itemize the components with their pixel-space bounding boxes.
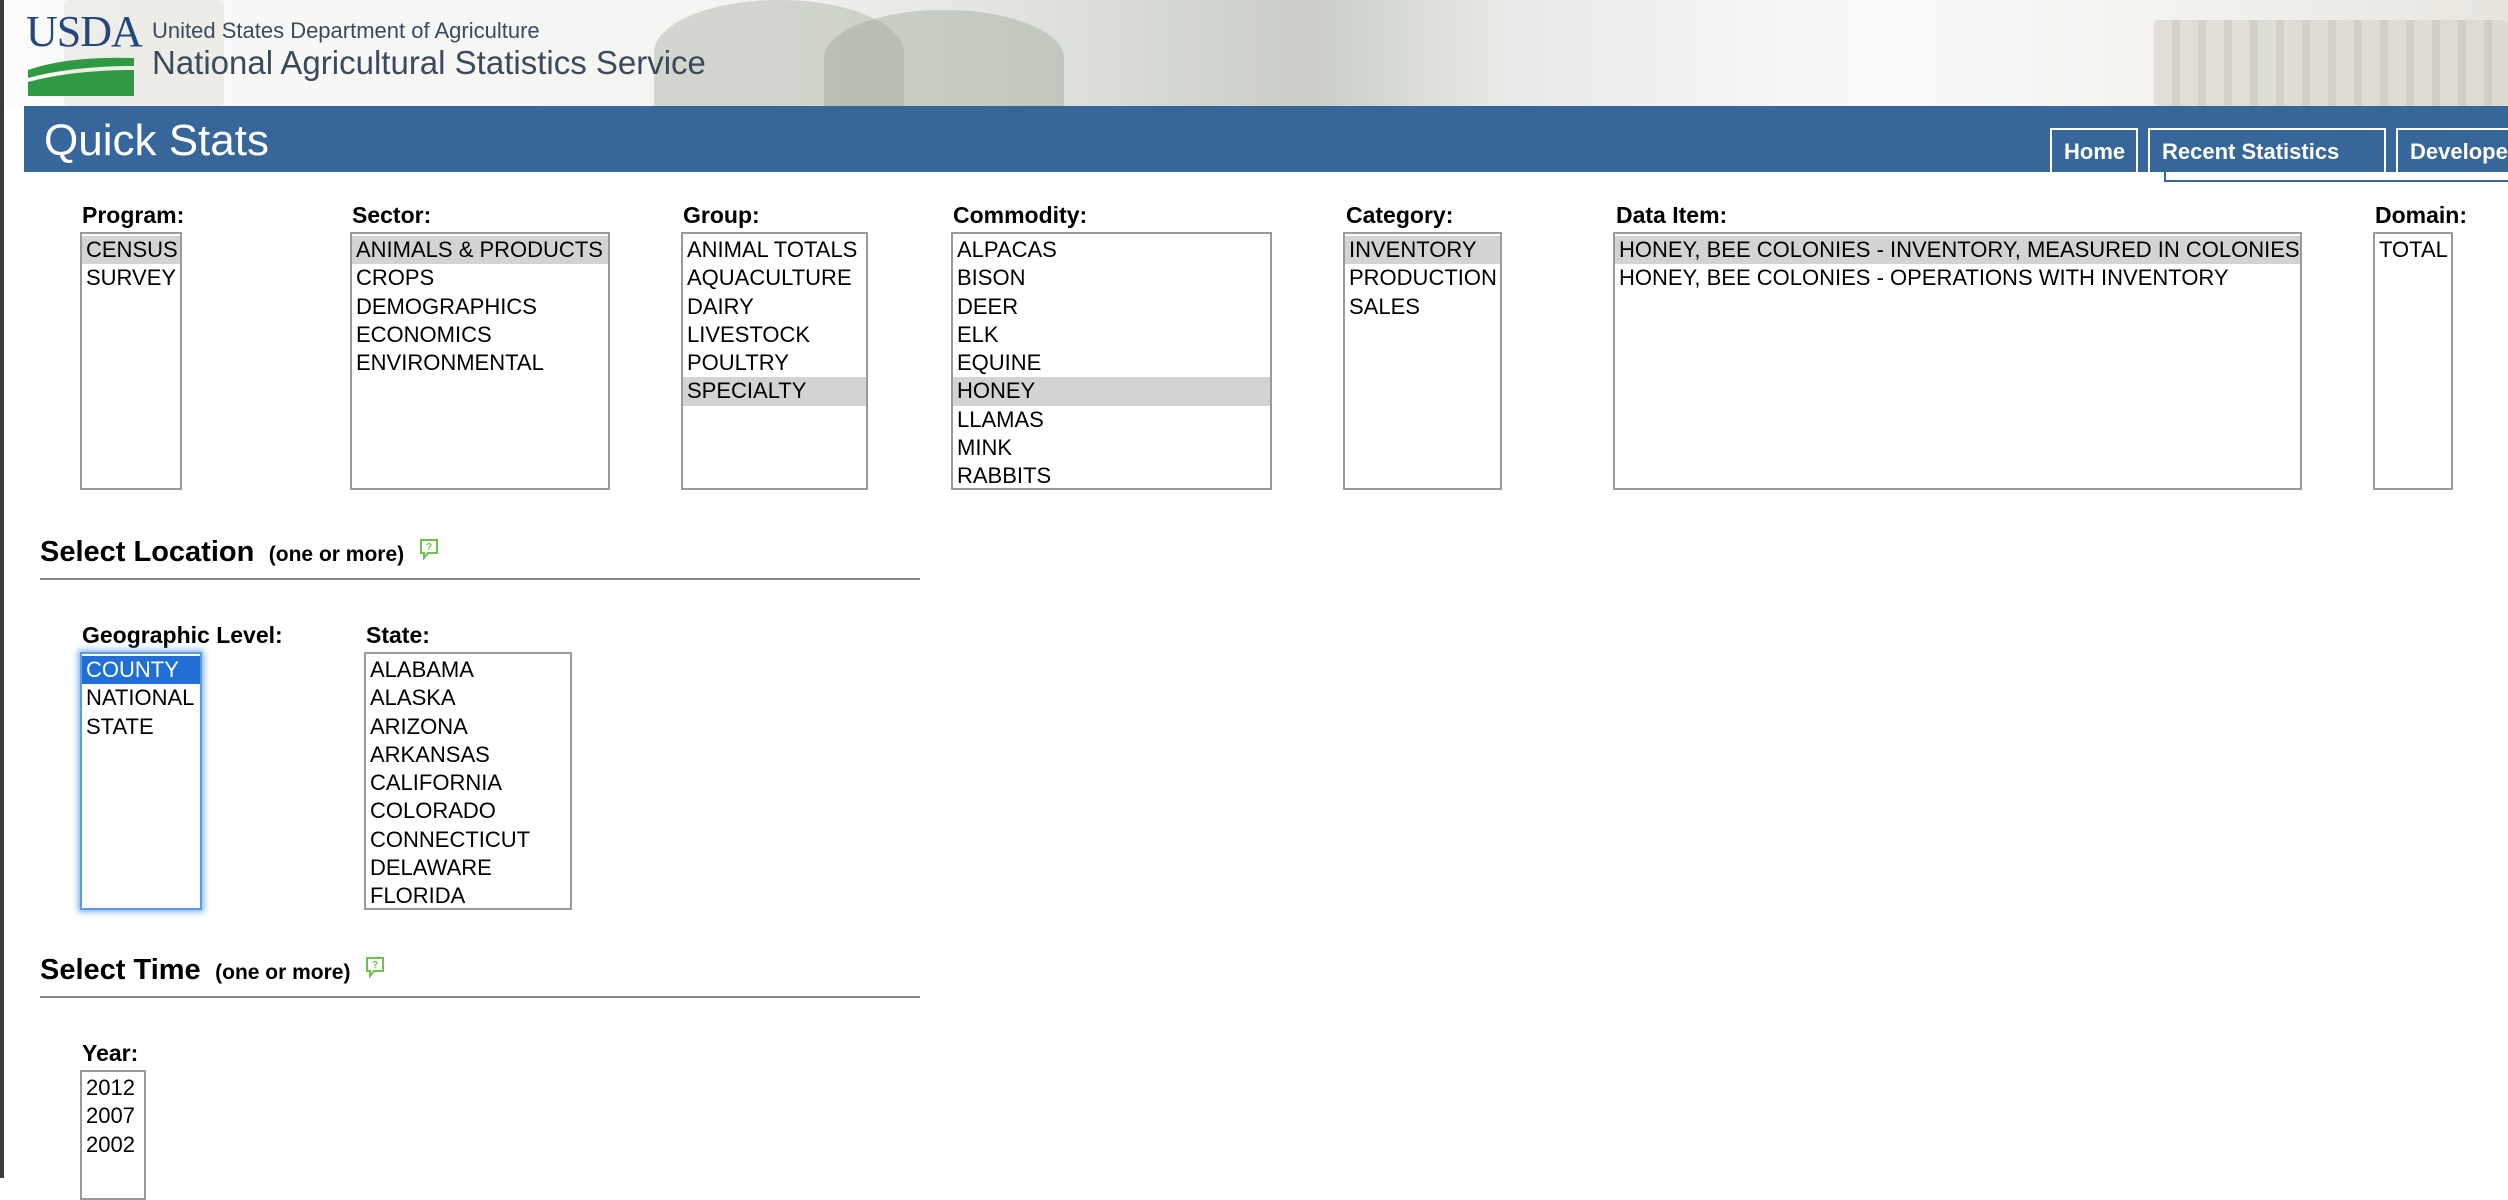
year-list[interactable]: 2012 2007 2002: [80, 1070, 146, 1200]
data-item-option[interactable]: HONEY, BEE COLONIES - INVENTORY, MEASURE…: [1615, 236, 2300, 265]
data-item-option[interactable]: HONEY, BEE COLONIES - OPERATIONS WITH IN…: [1615, 264, 2300, 292]
state-option[interactable]: DELAWARE: [366, 854, 570, 882]
sector-option[interactable]: ECONOMICS: [352, 321, 608, 349]
group-option[interactable]: AQUACULTURE: [683, 264, 866, 292]
select-location-note: (one or more): [268, 543, 405, 566]
state-option[interactable]: ALASKA: [366, 684, 570, 712]
year-label: Year:: [82, 1040, 139, 1066]
category-option[interactable]: SALES: [1345, 293, 1500, 321]
commodity-option[interactable]: DEER: [953, 293, 1270, 321]
commodity-option[interactable]: MINK: [953, 434, 1270, 462]
commodity-option[interactable]: HONEY: [953, 377, 1270, 406]
usda-logo-text: USDA: [26, 7, 143, 56]
category-label: Category:: [1346, 202, 1454, 228]
help-bubble-icon[interactable]: ?: [365, 956, 385, 978]
geographic-level-label: Geographic Level:: [82, 622, 283, 648]
group-option[interactable]: ANIMAL TOTALS: [683, 236, 866, 264]
group-option[interactable]: LIVESTOCK: [683, 321, 866, 349]
svg-text:?: ?: [372, 960, 378, 971]
domain-option[interactable]: TOTAL: [2375, 236, 2451, 264]
domain-list[interactable]: TOTAL: [2373, 232, 2453, 490]
state-option[interactable]: CONNECTICUT: [366, 826, 570, 854]
geographic-level-list[interactable]: COUNTY NATIONAL STATE: [80, 652, 202, 910]
svg-text:?: ?: [426, 542, 432, 553]
group-option[interactable]: DAIRY: [683, 293, 866, 321]
sector-option[interactable]: CROPS: [352, 264, 608, 292]
sector-option[interactable]: DEMOGRAPHICS: [352, 293, 608, 321]
commodity-option[interactable]: ELK: [953, 321, 1270, 349]
group-option[interactable]: SPECIALTY: [683, 377, 866, 406]
usda-logo[interactable]: USDA: [26, 10, 143, 96]
state-option[interactable]: ARIZONA: [366, 713, 570, 741]
help-bubble-icon[interactable]: ?: [419, 538, 439, 560]
geographic-level-option[interactable]: STATE: [82, 713, 200, 741]
select-time-note: (one or more): [215, 961, 351, 984]
group-option[interactable]: POULTRY: [683, 349, 866, 377]
header-background-tree: [824, 10, 1064, 106]
year-option[interactable]: 2012: [82, 1074, 144, 1102]
select-time-heading: Select Time (one or more) ?: [40, 954, 920, 998]
sector-option[interactable]: ANIMALS & PRODUCTS: [352, 236, 608, 265]
agency-name: National Agricultural Statistics Service: [152, 44, 706, 81]
commodity-option[interactable]: RABBITS: [953, 462, 1270, 488]
page-title: Quick Stats: [44, 116, 269, 165]
program-option[interactable]: CENSUS: [82, 236, 180, 265]
category-list[interactable]: INVENTORY PRODUCTION SALES: [1343, 232, 1502, 490]
tab-recent-statistics[interactable]: Recent Statistics: [2148, 128, 2386, 172]
tab-underline: [2164, 170, 2508, 182]
year-option[interactable]: 2002: [82, 1131, 144, 1159]
sector-label: Sector:: [352, 202, 432, 228]
program-option[interactable]: SURVEY: [82, 264, 180, 292]
data-item-label: Data Item:: [1616, 202, 1728, 228]
commodity-option[interactable]: ALPACAS: [953, 236, 1270, 264]
group-label: Group:: [683, 202, 760, 228]
commodity-option[interactable]: LLAMAS: [953, 406, 1270, 434]
select-time-title: Select Time: [40, 954, 201, 986]
data-item-list[interactable]: HONEY, BEE COLONIES - INVENTORY, MEASURE…: [1613, 232, 2302, 490]
department-name: United States Department of Agriculture: [152, 18, 540, 43]
select-location-title: Select Location: [40, 536, 255, 568]
state-label: State:: [366, 622, 430, 648]
sector-list[interactable]: ANIMALS & PRODUCTS CROPS DEMOGRAPHICS ECONO…: [350, 232, 610, 490]
title-bar: Quick Stats Home Recent Statistics Devel…: [24, 106, 2508, 172]
commodity-option[interactable]: EQUINE: [953, 349, 1270, 377]
state-option[interactable]: ALABAMA: [366, 656, 570, 684]
year-option[interactable]: 2007: [82, 1102, 144, 1130]
program-list[interactable]: CENSUS SURVEY: [80, 232, 182, 490]
domain-label: Domain:: [2375, 202, 2467, 228]
category-option[interactable]: PRODUCTION: [1345, 264, 1500, 292]
sector-option[interactable]: ENVIRONMENTAL: [352, 349, 608, 377]
group-list[interactable]: ANIMAL TOTALS AQUACULTURE DAIRY LIVESTOCK PO…: [681, 232, 868, 490]
state-option[interactable]: FLORIDA: [366, 882, 570, 908]
state-option[interactable]: ARKANSAS: [366, 741, 570, 769]
commodity-label: Commodity:: [953, 202, 1088, 228]
program-label: Program:: [82, 202, 185, 228]
window-edge: [0, 0, 4, 1178]
commodity-list[interactable]: ALPACAS BISON DEER ELK EQUINE HONEY LLAMAS MINK…: [951, 232, 1272, 490]
header-background-capitol: [2154, 20, 2508, 106]
commodity-option[interactable]: BISON: [953, 264, 1270, 292]
geographic-level-option[interactable]: NATIONAL: [82, 684, 200, 712]
geographic-level-option[interactable]: COUNTY: [82, 656, 200, 685]
usda-field-icon: [28, 57, 134, 96]
state-list[interactable]: ALABAMA ALASKA ARIZONA ARKANSAS CALIFORNIA CO…: [364, 652, 572, 910]
state-option[interactable]: CALIFORNIA: [366, 769, 570, 797]
select-location-heading: Select Location (one or more) ?: [40, 536, 920, 580]
state-option[interactable]: COLORADO: [366, 797, 570, 825]
category-option[interactable]: INVENTORY: [1345, 236, 1500, 265]
tab-developers[interactable]: Developers: [2396, 128, 2508, 172]
site-header: USDA United States Department of Agricul…: [4, 0, 2508, 106]
tab-home[interactable]: Home: [2050, 128, 2138, 172]
